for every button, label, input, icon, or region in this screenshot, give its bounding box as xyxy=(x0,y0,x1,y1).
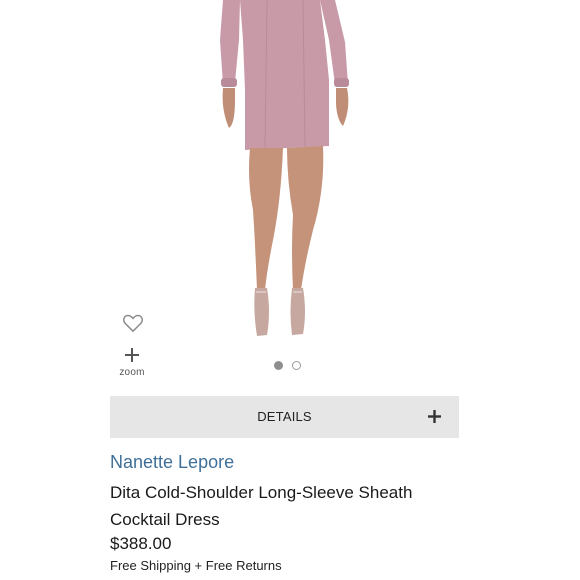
dress-body xyxy=(240,0,329,150)
details-accordion[interactable]: DETAILS xyxy=(110,396,459,438)
zoom-label: zoom xyxy=(119,367,145,378)
carousel-dot-2[interactable] xyxy=(292,361,301,370)
plus-icon xyxy=(428,410,441,423)
right-leg xyxy=(287,146,324,290)
left-leg xyxy=(249,148,283,290)
product-title: Dita Cold-Shoulder Long-Sleeve Sheath Co… xyxy=(110,479,470,533)
zoom-button[interactable]: zoom xyxy=(112,348,152,384)
shipping-info: Free Shipping + Free Returns xyxy=(110,558,282,573)
product-price: $388.00 xyxy=(110,534,172,553)
product-image[interactable] xyxy=(195,0,375,345)
left-sleeve xyxy=(220,0,240,84)
brand-link[interactable]: Nanette Lepore xyxy=(110,452,234,473)
product-title-line-1: Dita Cold-Shoulder Long-Sleeve Sheath xyxy=(110,483,413,502)
carousel-dot-1[interactable] xyxy=(274,361,283,370)
heart-outline-icon[interactable] xyxy=(122,313,144,333)
carousel-dots xyxy=(274,361,301,371)
details-label: DETAILS xyxy=(257,409,312,424)
product-title-line-2: Cocktail Dress xyxy=(110,510,220,529)
plus-icon xyxy=(125,348,139,362)
